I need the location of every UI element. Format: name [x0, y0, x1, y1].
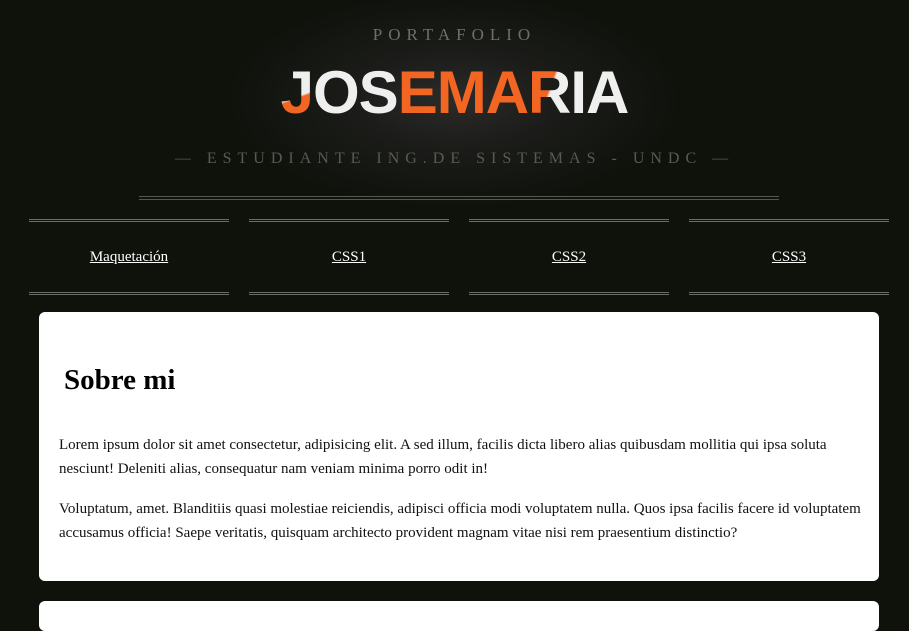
main-nav: Maquetación CSS1 CSS2 CSS3 [29, 219, 889, 295]
nav-item-css2: CSS2 [469, 219, 669, 295]
logo-part: R [528, 59, 571, 126]
next-card [39, 601, 879, 631]
about-paragraph: Voluptatum, amet. Blanditiis quasi moles… [59, 501, 861, 541]
header-divider [139, 196, 779, 200]
site-header: PORTAFOLIO JOSEMARIA — ESTUDIANTE ING.DE… [0, 0, 909, 210]
site-logo[interactable]: JOSEMARIA [0, 58, 909, 128]
nav-item-maquetacion: Maquetación [29, 219, 229, 295]
logo-part: E [397, 59, 438, 126]
nav-link-css2[interactable]: CSS2 [552, 249, 586, 265]
logo-part: J [280, 59, 314, 126]
about-card: Sobre mi Lorem ipsum dolor sit amet cons… [39, 312, 879, 581]
about-paragraph: Lorem ipsum dolor sit amet consectetur, … [59, 437, 827, 477]
nav-item-css3: CSS3 [689, 219, 889, 295]
header-kicker: PORTAFOLIO [372, 25, 537, 44]
logo-part: MA [436, 59, 529, 126]
logo-part: OS [312, 59, 399, 126]
nav-link-css1[interactable]: CSS1 [332, 249, 366, 265]
header-tagline: — ESTUDIANTE ING.DE SISTEMAS - UNDC — [174, 150, 735, 167]
nav-link-css3[interactable]: CSS3 [772, 249, 806, 265]
nav-item-css1: CSS1 [249, 219, 449, 295]
nav-link-maquetacion[interactable]: Maquetación [90, 249, 168, 265]
logo-part: IA [570, 59, 629, 126]
about-title: Sobre mi [64, 364, 176, 396]
